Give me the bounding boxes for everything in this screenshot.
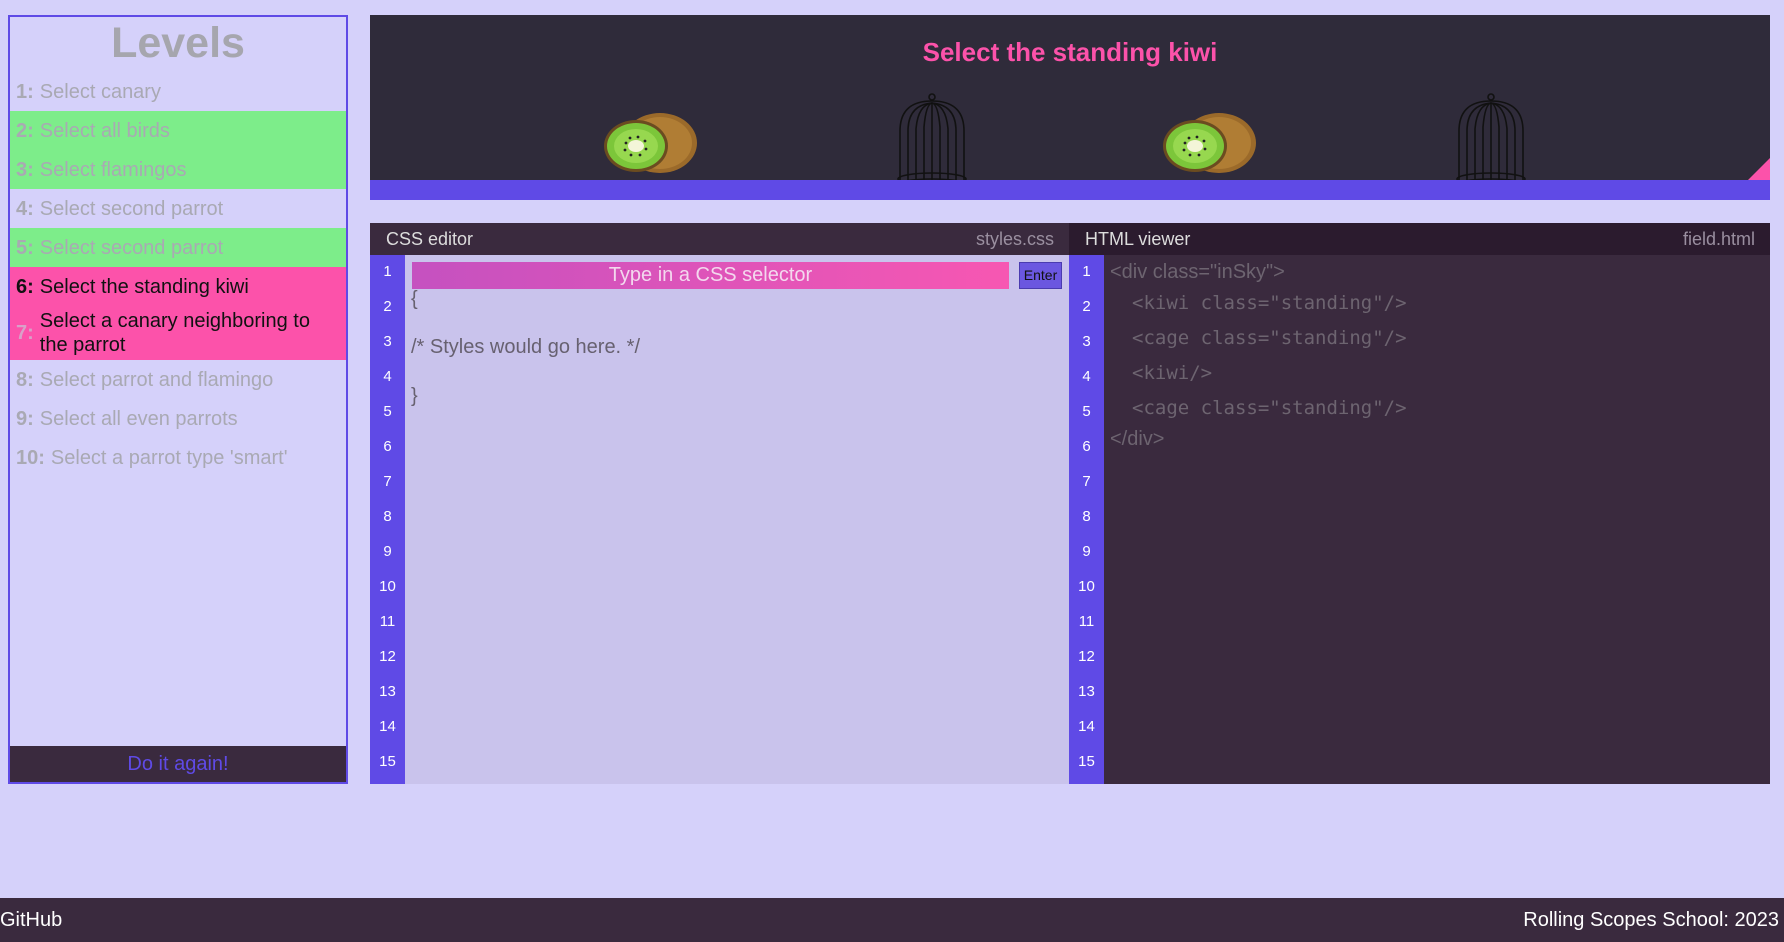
levels-title: Levels xyxy=(111,19,245,67)
level-number: 7: xyxy=(16,322,34,344)
level-label: Select canary xyxy=(39,80,161,103)
level-label: Select a canary neighboring to the parro… xyxy=(39,310,310,356)
line-number: 8 xyxy=(383,508,392,525)
level-label: Select parrot and flamingo xyxy=(39,368,274,391)
line-number: 10 xyxy=(379,578,396,595)
level-item-4[interactable]: 4: Select second parrot xyxy=(10,189,346,228)
css-editor-panel: CSS editor styles.css 1 2 3 4 5 6 7 8 9 … xyxy=(370,223,1069,784)
level-item-7[interactable]: 7: Select a canary neighboring to the par… xyxy=(10,306,346,360)
line-number: 15 xyxy=(1078,753,1095,770)
enter-button[interactable]: Enter xyxy=(1019,262,1062,289)
level-item-2[interactable]: 2: Select all birds xyxy=(10,111,346,150)
level-item-6[interactable]: 6: Select the standing kiwi xyxy=(10,267,346,306)
level-item-3[interactable]: 3: Select flamingos xyxy=(10,150,346,189)
line-number: 12 xyxy=(379,648,396,665)
line-number: 11 xyxy=(379,613,396,630)
css-filename: styles.css xyxy=(975,228,1054,249)
html-code-area: <div class="inSky"> <kiwi class="standin… xyxy=(1104,255,1770,784)
line-number: 11 xyxy=(1078,613,1095,630)
line-number: 2 xyxy=(1082,298,1091,315)
line-number: 4 xyxy=(1082,368,1091,385)
level-label: Select the standing kiwi xyxy=(39,275,249,298)
game-field: Select the standing kiwi xyxy=(370,15,1770,200)
css-editor-title: CSS editor xyxy=(386,228,474,249)
line-number: 13 xyxy=(379,683,396,700)
html-viewer-panel: HTML viewer field.html 1 2 3 4 5 6 7 8 9… xyxy=(1069,223,1770,784)
line-number: 14 xyxy=(379,718,396,735)
line-number: 7 xyxy=(383,473,392,490)
html-line-cage-standing[interactable]: <cage class="standing"/> xyxy=(1132,327,1407,349)
line-number: 6 xyxy=(1082,438,1091,455)
level-item-10[interactable]: 10: Select a parrot type 'smart' xyxy=(10,438,346,477)
task-title: Select the standing kiwi xyxy=(922,37,1218,67)
level-number: 9: xyxy=(16,407,34,430)
do-again-button[interactable]: Do it again! xyxy=(10,746,346,782)
level-number: 4: xyxy=(16,197,34,220)
line-number: 10 xyxy=(1078,578,1095,595)
line-number: 5 xyxy=(383,403,392,420)
line-number: 1 xyxy=(1082,263,1091,280)
github-link[interactable]: GitHub xyxy=(0,909,62,932)
kiwi-icon[interactable] xyxy=(600,110,700,176)
kiwi-icon[interactable] xyxy=(1159,110,1259,176)
css-selector-input[interactable] xyxy=(412,262,1009,289)
line-number: 3 xyxy=(1082,333,1091,350)
level-label: Select all birds xyxy=(39,119,170,142)
level-item-9[interactable]: 9: Select all even parrots xyxy=(10,399,346,438)
level-label: Select all even parrots xyxy=(39,407,238,430)
html-line-cage-standing[interactable]: <cage class="standing"/> xyxy=(1132,397,1407,419)
html-line-kiwi[interactable]: <kiwi/> xyxy=(1132,362,1212,384)
line-number: 13 xyxy=(1078,683,1095,700)
line-number: 9 xyxy=(1082,543,1091,560)
line-number: 14 xyxy=(1078,718,1095,735)
line-number: 9 xyxy=(383,543,392,560)
html-viewer-header: HTML viewer field.html xyxy=(1069,223,1770,255)
school-credit: Rolling Scopes School: 2023 xyxy=(1523,908,1779,931)
level-label: Select a parrot type 'smart' xyxy=(50,446,288,469)
level-number: 1: xyxy=(16,80,34,103)
line-number: 7 xyxy=(1082,473,1091,490)
code-comment: /* Styles would go here. */ xyxy=(411,336,641,358)
line-number: 12 xyxy=(1078,648,1095,665)
level-number: 2: xyxy=(16,119,34,142)
css-editor-header: CSS editor styles.css xyxy=(370,223,1069,255)
code-open-brace: { xyxy=(411,288,418,310)
code-close-brace: } xyxy=(411,385,418,407)
html-viewer-title: HTML viewer xyxy=(1085,228,1191,249)
levels-sidebar: Levels 1: Select canary 2: Select all bird… xyxy=(8,15,348,784)
level-number: 6: xyxy=(16,275,34,298)
level-item-1[interactable]: 1: Select canary xyxy=(10,72,346,111)
line-number: 15 xyxy=(379,753,396,770)
corner-triangle xyxy=(1748,158,1770,180)
css-code-area: Enter { /* Styles would go here. */ } xyxy=(405,255,1069,784)
level-label: Select flamingos xyxy=(39,158,187,181)
html-line-div-close[interactable]: </div> xyxy=(1110,428,1164,451)
html-line-div-open[interactable]: <div class="inSky"> xyxy=(1110,261,1285,284)
level-number: 8: xyxy=(16,368,34,391)
html-line-kiwi-standing[interactable]: <kiwi class="standing"/> xyxy=(1132,292,1407,314)
level-item-5[interactable]: 5: Select second parrot xyxy=(10,228,346,267)
footer: GitHub Rolling Scopes School: 2023 xyxy=(0,898,1784,942)
css-line-numbers: 1 2 3 4 5 6 7 8 9 10 11 12 13 14 15 xyxy=(370,255,405,784)
line-number: 3 xyxy=(383,333,392,350)
level-number: 5: xyxy=(16,236,34,259)
level-label: Select second parrot xyxy=(39,197,224,220)
level-number: 3: xyxy=(16,158,34,181)
html-line-numbers: 1 2 3 4 5 6 7 8 9 10 11 12 13 14 15 xyxy=(1069,255,1104,784)
line-number: 2 xyxy=(383,298,392,315)
level-item-8[interactable]: 8: Select parrot and flamingo xyxy=(10,360,346,399)
line-number: 4 xyxy=(383,368,392,385)
html-filename: field.html xyxy=(1682,228,1755,249)
line-number: 8 xyxy=(1082,508,1091,525)
ground-strip xyxy=(370,180,1770,200)
line-number: 6 xyxy=(383,438,392,455)
line-number: 1 xyxy=(383,263,392,280)
level-label: Select second parrot xyxy=(39,236,224,259)
level-number: 10: xyxy=(16,446,45,469)
line-number: 5 xyxy=(1082,403,1091,420)
